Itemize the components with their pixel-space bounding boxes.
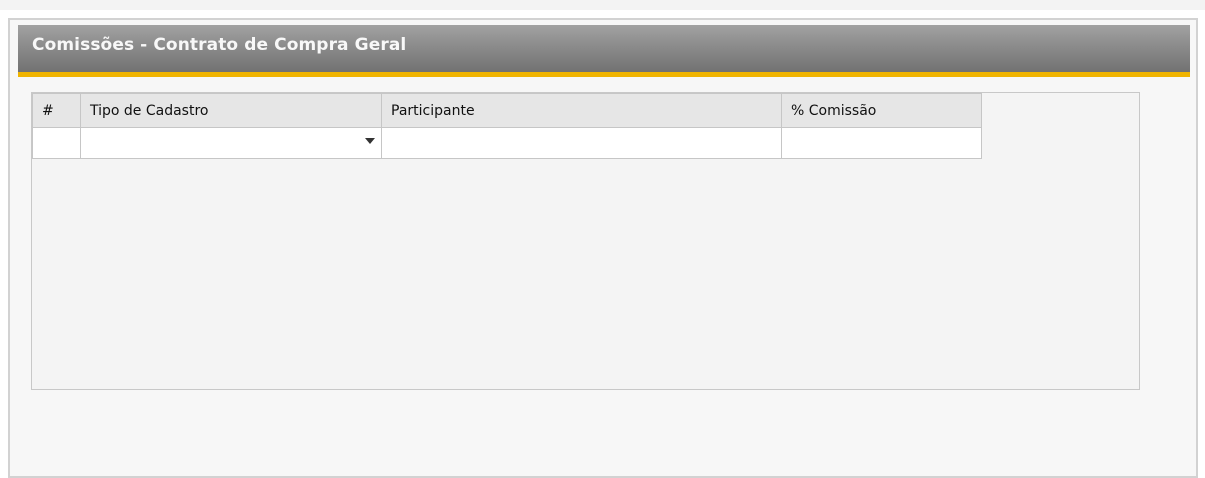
commissions-window: Comissões - Contrato de Compra Geral # T… (8, 18, 1198, 478)
column-header-percent-comissao[interactable]: % Comissão (781, 93, 982, 128)
commission-matrix[interactable]: # Tipo de Cadastro Participante % Comiss… (31, 92, 1140, 390)
table-header-row: # Tipo de Cadastro Participante % Comiss… (32, 93, 982, 128)
title-bar: Comissões - Contrato de Compra Geral (18, 25, 1190, 77)
cell-percent-comissao-input[interactable] (781, 127, 982, 159)
column-header-number[interactable]: # (32, 93, 81, 128)
commission-table: # Tipo de Cadastro Participante % Comiss… (32, 93, 982, 159)
column-header-tipo-de-cadastro[interactable]: Tipo de Cadastro (80, 93, 382, 128)
cell-tipo-de-cadastro-dropdown[interactable] (80, 127, 382, 159)
chevron-down-icon[interactable] (365, 138, 375, 144)
cell-participante-input[interactable] (381, 127, 782, 159)
top-strip (0, 0, 1205, 10)
table-row (32, 127, 982, 159)
window-title: Comissões - Contrato de Compra Geral (32, 35, 407, 55)
cell-row-number[interactable] (32, 127, 81, 159)
column-header-participante[interactable]: Participante (381, 93, 782, 128)
